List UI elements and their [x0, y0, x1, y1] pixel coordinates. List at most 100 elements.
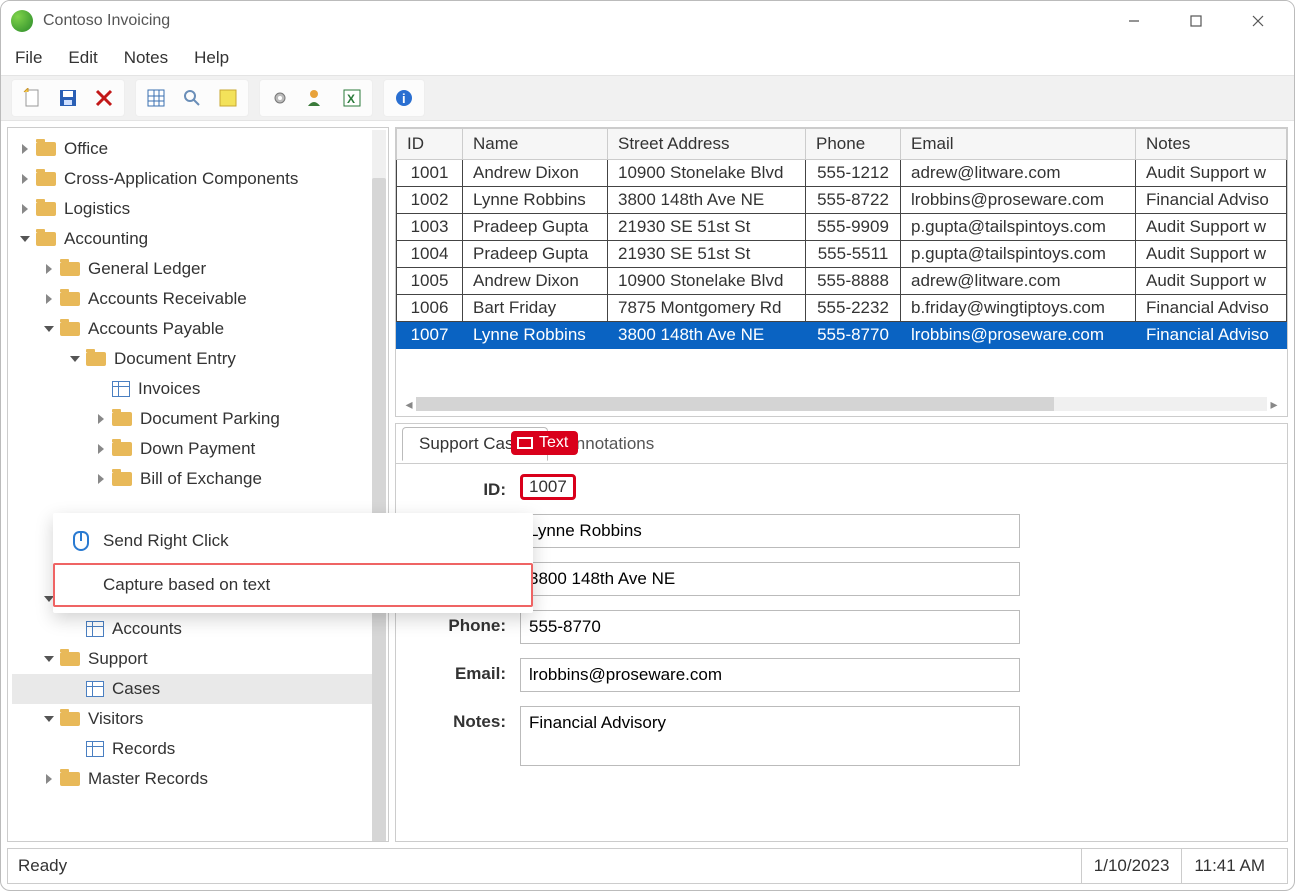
tree-item-support[interactable]: Support [12, 644, 384, 674]
status-bar: Ready 1/10/2023 11:41 AM [7, 848, 1288, 884]
folder-icon [60, 322, 80, 336]
col-notes[interactable]: Notes [1136, 129, 1287, 160]
table-row[interactable]: 1007Lynne Robbins3800 148th Ave NE555-87… [397, 322, 1287, 349]
table-row[interactable]: 1002Lynne Robbins3800 148th Ave NE555-87… [397, 187, 1287, 214]
tree-item-document-parking[interactable]: Document Parking [12, 404, 384, 434]
menu-edit[interactable]: Edit [68, 48, 97, 68]
folder-icon [112, 412, 132, 426]
name-field[interactable] [520, 514, 1020, 548]
sheet-icon [86, 741, 104, 757]
col-email[interactable]: Email [901, 129, 1136, 160]
search-icon[interactable] [177, 83, 207, 113]
app-icon [11, 10, 33, 32]
maximize-button[interactable] [1176, 6, 1216, 36]
svg-text:X: X [347, 92, 355, 106]
tree-item-accounts-leaf[interactable]: Accounts [12, 614, 384, 644]
tree-scrollbar[interactable] [372, 178, 386, 842]
save-icon[interactable] [53, 83, 83, 113]
tree-item-cross-app[interactable]: Cross-Application Components [12, 164, 384, 194]
folder-icon [86, 352, 106, 366]
tree-item-master-records[interactable]: Master Records [12, 764, 384, 794]
table-row[interactable]: 1006Bart Friday7875 Montgomery Rd555-223… [397, 295, 1287, 322]
tree-item-document-entry[interactable]: Document Entry [12, 344, 384, 374]
tree-item-down-payment[interactable]: Down Payment [12, 434, 384, 464]
tree-item-accounting[interactable]: Accounting [12, 224, 384, 254]
ctx-send-right-click[interactable]: Send Right Click [53, 519, 533, 563]
mouse-icon [73, 531, 89, 551]
tree-item-records[interactable]: Records [12, 734, 384, 764]
user-icon[interactable] [301, 83, 331, 113]
sheet-icon [86, 621, 104, 637]
note-icon[interactable] [213, 83, 243, 113]
table-row[interactable]: 1004Pradeep Gupta21930 SE 51st St555-551… [397, 241, 1287, 268]
label-phone: Phone: [426, 610, 506, 636]
menu-file[interactable]: File [15, 48, 42, 68]
info-icon[interactable]: i [389, 83, 419, 113]
grid-header-row: ID Name Street Address Phone Email Notes [397, 129, 1287, 160]
grid-icon[interactable] [141, 83, 171, 113]
status-date: 1/10/2023 [1081, 849, 1182, 883]
folder-icon [36, 142, 56, 156]
folder-icon [60, 712, 80, 726]
toolbar: X i [1, 75, 1294, 121]
tree-item-cases[interactable]: Cases [12, 674, 384, 704]
minimize-button[interactable] [1114, 6, 1154, 36]
col-street[interactable]: Street Address [608, 129, 806, 160]
close-button[interactable] [1238, 6, 1278, 36]
new-icon[interactable] [17, 83, 47, 113]
menu-bar: File Edit Notes Help [1, 41, 1294, 75]
folder-icon [60, 292, 80, 306]
label-notes: Notes: [426, 706, 506, 732]
tree-item-office[interactable]: Office [12, 134, 384, 164]
label-email: Email: [426, 658, 506, 684]
tree-item-accounts-payable[interactable]: Accounts Payable [12, 314, 384, 344]
value-id: 1007 [520, 474, 576, 500]
tree-item-general-ledger[interactable]: General Ledger [12, 254, 384, 284]
folder-icon [112, 442, 132, 456]
col-phone[interactable]: Phone [806, 129, 901, 160]
table-row[interactable]: 1005Andrew Dixon10900 Stonelake Blvd555-… [397, 268, 1287, 295]
menu-notes[interactable]: Notes [124, 48, 168, 68]
table-row[interactable]: 1001Andrew Dixon10900 Stonelake Blvd555-… [397, 160, 1287, 187]
notes-field[interactable] [520, 706, 1020, 766]
ctx-capture-text[interactable]: Capture based on text [53, 563, 533, 607]
folder-icon [60, 262, 80, 276]
excel-icon[interactable]: X [337, 83, 367, 113]
col-name[interactable]: Name [463, 129, 608, 160]
folder-icon [36, 202, 56, 216]
folder-icon [60, 652, 80, 666]
sheet-icon [86, 681, 104, 697]
folder-icon [36, 172, 56, 186]
tree-item-logistics[interactable]: Logistics [12, 194, 384, 224]
detail-panel: Support Cases Annotations Text ID: 1007 … [395, 423, 1288, 842]
email-field[interactable] [520, 658, 1020, 692]
status-text: Ready [18, 856, 67, 876]
address-field[interactable] [520, 562, 1020, 596]
gear-icon[interactable] [265, 83, 295, 113]
window-icon [517, 437, 533, 449]
tree-item-visitors[interactable]: Visitors [12, 704, 384, 734]
data-grid[interactable]: ID Name Street Address Phone Email Notes… [395, 127, 1288, 417]
tree-item-bill-of-exchange[interactable]: Bill of Exchange [12, 464, 384, 494]
text-badge[interactable]: Text [511, 431, 578, 455]
sheet-icon [112, 381, 130, 397]
folder-icon [112, 472, 132, 486]
title-bar: Contoso Invoicing [1, 1, 1294, 41]
table-row[interactable]: 1003Pradeep Gupta21930 SE 51st St555-990… [397, 214, 1287, 241]
navigation-tree: Office Cross-Application Components Logi… [7, 127, 389, 842]
folder-icon [60, 772, 80, 786]
grid-horizontal-scrollbar[interactable]: ◂▸ [402, 396, 1281, 412]
folder-icon [36, 232, 56, 246]
col-id[interactable]: ID [397, 129, 463, 160]
svg-text:i: i [402, 91, 406, 106]
delete-icon[interactable] [89, 83, 119, 113]
context-menu: Send Right Click Capture based on text [53, 513, 533, 613]
phone-field[interactable] [520, 610, 1020, 644]
tree-item-invoices[interactable]: Invoices [12, 374, 384, 404]
status-time: 11:41 AM [1181, 849, 1277, 883]
app-window: Contoso Invoicing File Edit Notes Help X [0, 0, 1295, 891]
menu-help[interactable]: Help [194, 48, 229, 68]
tree-item-accounts-receivable[interactable]: Accounts Receivable [12, 284, 384, 314]
label-id: ID: [426, 474, 506, 500]
window-title: Contoso Invoicing [43, 12, 170, 30]
